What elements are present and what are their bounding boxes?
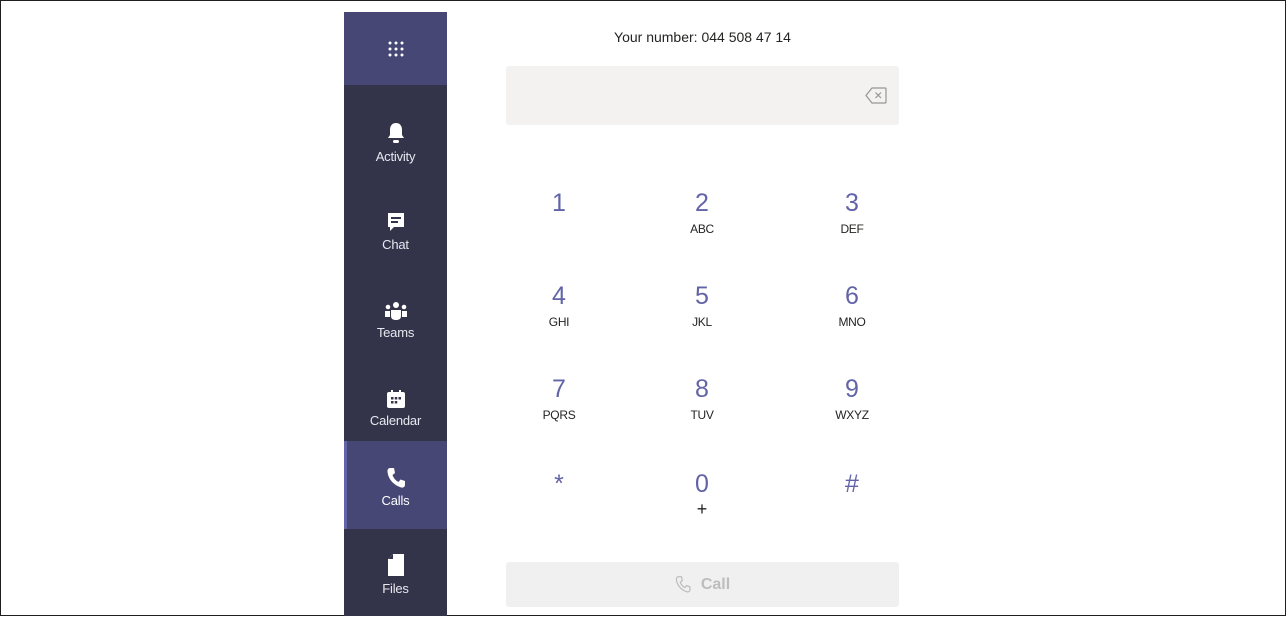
dialpad-key-8[interactable]: 8 TUV — [642, 374, 762, 454]
dial-number-input[interactable] — [506, 66, 899, 125]
key-digit: 8 — [695, 375, 709, 403]
key-letters: PQRS — [542, 408, 576, 422]
rail-item-label: Teams — [376, 324, 415, 340]
key-digit: # — [845, 470, 859, 498]
key-digit: 7 — [552, 375, 566, 403]
rail-item-label: Calls — [381, 492, 410, 508]
rail-item-teams[interactable]: Teams — [344, 273, 447, 361]
rail-item-label: Chat — [382, 236, 409, 252]
your-number-text: Your number: 044 508 47 14 — [614, 29, 791, 45]
dialpad-key-2[interactable]: 2 ABC — [642, 188, 762, 268]
key-letters: DEF — [840, 222, 864, 236]
rail-item-calls[interactable]: Calls — [344, 441, 447, 529]
rail-item-label: Calendar — [369, 412, 422, 428]
dialpad-key-star[interactable]: * — [499, 469, 619, 549]
waffle-icon — [388, 41, 403, 56]
calendar-icon — [386, 383, 406, 409]
dialpad-key-0[interactable]: 0 + — [642, 469, 762, 549]
dialpad-key-4[interactable]: 4 GHI — [499, 281, 619, 361]
key-letters: TUV — [690, 408, 714, 422]
rail-item-calendar[interactable]: Calendar — [344, 361, 447, 449]
rail-item-activity[interactable]: Activity — [344, 97, 447, 185]
rail-item-chat[interactable]: Chat — [344, 185, 447, 273]
key-digit: 2 — [695, 189, 709, 217]
rail-item-label: Activity — [375, 148, 416, 164]
key-letters: WXYZ — [835, 408, 869, 422]
app-rail: Activity Chat Teams Calendar Calls Files — [344, 12, 447, 616]
backspace-icon[interactable] — [865, 87, 887, 104]
key-digit: 3 — [845, 189, 859, 217]
key-digit: 5 — [695, 282, 709, 310]
key-digit: 6 — [845, 282, 859, 310]
chat-icon — [386, 207, 406, 233]
dialpad-key-3[interactable]: 3 DEF — [792, 188, 912, 268]
key-digit: 4 — [552, 282, 566, 310]
dialpad-key-6[interactable]: 6 MNO — [792, 281, 912, 361]
key-letters: + — [696, 499, 708, 519]
bell-icon — [386, 119, 406, 145]
key-letters: MNO — [838, 315, 866, 329]
key-digit: 1 — [552, 189, 566, 217]
phone-icon — [675, 576, 691, 593]
dialpad-key-hash[interactable]: # — [792, 469, 912, 549]
rail-item-label: Files — [382, 580, 409, 596]
key-digit: 9 — [845, 375, 859, 403]
key-digit: 0 — [695, 470, 709, 498]
file-icon — [387, 551, 405, 577]
key-letters: JKL — [692, 315, 712, 329]
key-letters: ABC — [690, 222, 714, 236]
phone-icon — [386, 463, 406, 489]
key-digit: * — [554, 470, 564, 498]
dialpad-key-1[interactable]: 1 — [499, 188, 619, 268]
call-button-label: Call — [700, 575, 731, 593]
dialpad-key-5[interactable]: 5 JKL — [642, 281, 762, 361]
dialpad-key-9[interactable]: 9 WXYZ — [792, 374, 912, 454]
rail-item-files[interactable]: Files — [344, 529, 447, 617]
teams-icon — [384, 295, 408, 321]
key-letters: GHI — [548, 315, 570, 329]
dialpad-key-7[interactable]: 7 PQRS — [499, 374, 619, 454]
apps-launcher-button[interactable] — [344, 12, 447, 85]
call-button[interactable]: Call — [506, 562, 899, 607]
